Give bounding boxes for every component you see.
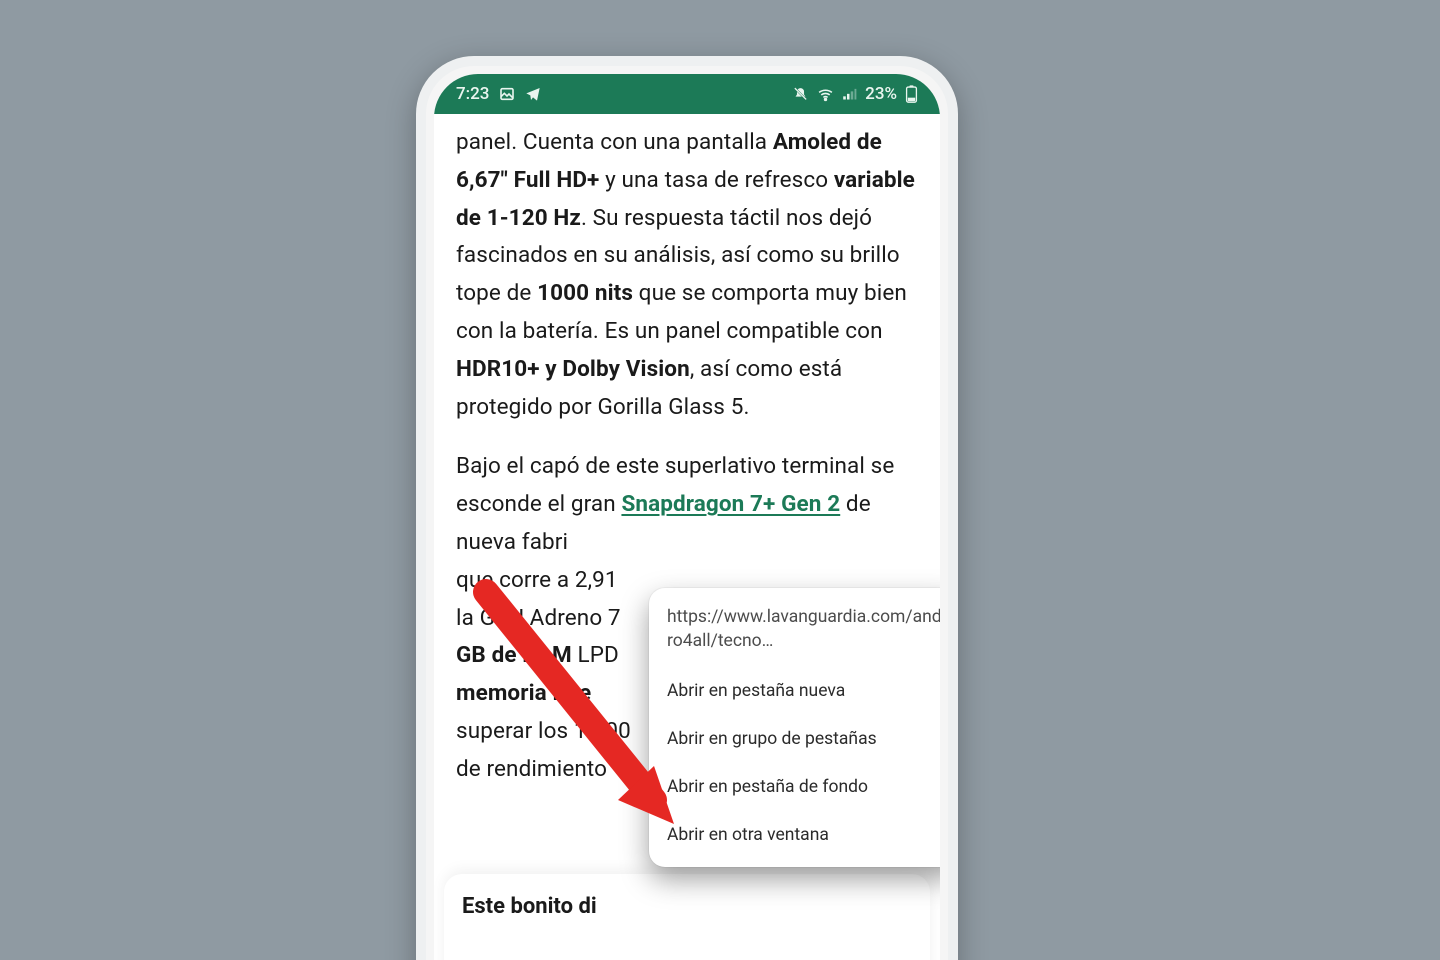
phone-frame: 7:23: [416, 56, 958, 960]
telegram-icon: [525, 86, 541, 102]
status-time: 7:23: [456, 84, 489, 104]
status-bar-right: 23%: [792, 84, 918, 104]
bold-text: 1000 nits: [537, 280, 633, 306]
text: que corre a 2,91: [456, 567, 618, 593]
signal-icon: [842, 87, 857, 102]
text: y una tasa de refresco: [599, 167, 833, 193]
battery-icon: [905, 85, 918, 103]
stage: 7:23: [0, 0, 1440, 960]
article-paragraph-1: panel. Cuenta con una pantalla Amoled de…: [456, 124, 918, 426]
text: la GPU Adreno 7: [456, 605, 621, 631]
link-context-menu[interactable]: https://www.lavanguardia.com/andro4all/t…: [649, 588, 940, 867]
status-bar: 7:23: [434, 74, 940, 114]
phone-screen: 7:23: [434, 74, 940, 960]
status-bar-left: 7:23: [456, 84, 541, 104]
text: LPD: [572, 642, 619, 668]
bold-text: HDR10+ y Dolby Vision: [456, 356, 690, 382]
ctx-open-new-tab[interactable]: Abrir en pestaña nueva: [667, 667, 940, 715]
battery-text: 23%: [865, 84, 897, 104]
wifi-icon: [817, 86, 834, 103]
ctx-open-other-window[interactable]: Abrir en otra ventana: [667, 811, 940, 849]
text: panel. Cuenta con una pantalla: [456, 129, 773, 155]
snapdragon-link[interactable]: Snapdragon 7+ Gen 2: [621, 491, 840, 517]
context-menu-url: https://www.lavanguardia.com/andro4all/t…: [667, 606, 940, 653]
bold-text: memoria inte: [456, 680, 591, 706]
ctx-open-background-tab[interactable]: Abrir en pestaña de fondo: [667, 763, 940, 811]
text: superar los 1.100: [456, 718, 631, 744]
text: de rendimiento: [456, 756, 607, 782]
ctx-open-tab-group[interactable]: Abrir en grupo de pestañas: [667, 715, 940, 763]
bold-text: GB de RAM: [456, 642, 572, 668]
mute-icon: [792, 86, 809, 103]
bottom-card: Este bonito di: [444, 874, 930, 960]
bottom-card-text: Este bonito di: [462, 894, 597, 919]
image-icon: [499, 86, 515, 102]
